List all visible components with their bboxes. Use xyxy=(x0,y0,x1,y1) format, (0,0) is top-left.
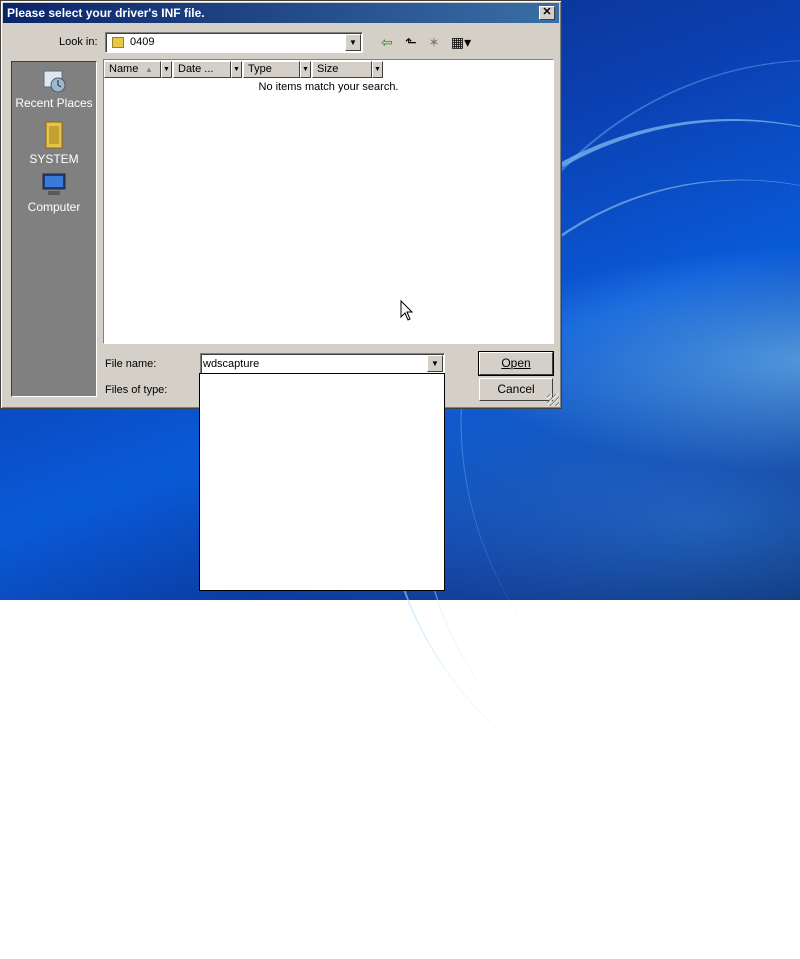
dialog-titlebar[interactable]: Please select your driver's INF file. ✕ xyxy=(3,3,559,23)
mouse-cursor-icon xyxy=(400,300,414,321)
back-arrow-icon[interactable]: ⇦ xyxy=(377,33,397,51)
up-folder-icon[interactable]: ⬑ xyxy=(401,33,421,51)
open-button[interactable]: Open xyxy=(478,351,554,376)
recent-places-icon xyxy=(43,70,66,93)
look-in-label: Look in: xyxy=(59,36,98,48)
place-recent-places[interactable]: Recent Places xyxy=(12,68,96,110)
file-name-input[interactable] xyxy=(203,356,423,371)
computer-icon xyxy=(42,173,66,195)
place-system[interactable]: SYSTEM xyxy=(12,120,96,166)
chevron-down-icon[interactable]: ▼ xyxy=(161,61,172,78)
cancel-button[interactable]: Cancel xyxy=(479,378,553,401)
file-list[interactable]: Name ▲ ▼ Date ... ▼ Type ▼ Size ▼ No ite… xyxy=(103,59,554,344)
column-header-date[interactable]: Date ... xyxy=(173,61,231,78)
column-header-size[interactable]: Size xyxy=(312,61,372,78)
files-of-type-label: Files of type: xyxy=(105,384,168,396)
new-folder-icon[interactable]: ✶ xyxy=(424,33,444,51)
empty-list-message: No items match your search. xyxy=(258,81,399,93)
chevron-down-icon[interactable]: ▼ xyxy=(345,34,361,51)
close-button[interactable]: ✕ xyxy=(539,6,555,20)
chevron-down-icon[interactable]: ▼ xyxy=(427,355,443,372)
place-label: Recent Places xyxy=(15,96,93,110)
places-bar: Recent Places SYSTEM Computer xyxy=(11,61,97,397)
folder-icon xyxy=(112,37,124,48)
file-name-label: File name: xyxy=(105,358,157,370)
view-menu-icon[interactable]: ▦▾ xyxy=(448,33,474,51)
resize-grip[interactable] xyxy=(547,394,559,406)
user-folder-icon xyxy=(45,121,63,149)
chevron-down-icon[interactable]: ▼ xyxy=(372,61,383,78)
open-file-dialog: Please select your driver's INF file. ✕ … xyxy=(0,0,562,409)
file-name-dropdown-list[interactable] xyxy=(199,373,445,591)
look-in-value: 0409 xyxy=(130,36,155,48)
chevron-down-icon[interactable]: ▼ xyxy=(231,61,242,78)
place-label: SYSTEM xyxy=(29,152,79,166)
sort-up-icon: ▲ xyxy=(145,65,153,74)
place-label: Computer xyxy=(27,200,81,214)
column-header-name[interactable]: Name ▲ xyxy=(104,61,161,78)
dialog-title: Please select your driver's INF file. xyxy=(7,6,205,20)
file-name-combobox[interactable]: ▼ xyxy=(200,353,445,374)
column-header-type[interactable]: Type xyxy=(243,61,300,78)
place-computer[interactable]: Computer xyxy=(12,172,96,214)
look-in-combobox[interactable]: 0409 ▼ xyxy=(105,32,363,53)
chevron-down-icon[interactable]: ▼ xyxy=(300,61,311,78)
close-icon: ✕ xyxy=(542,6,552,18)
